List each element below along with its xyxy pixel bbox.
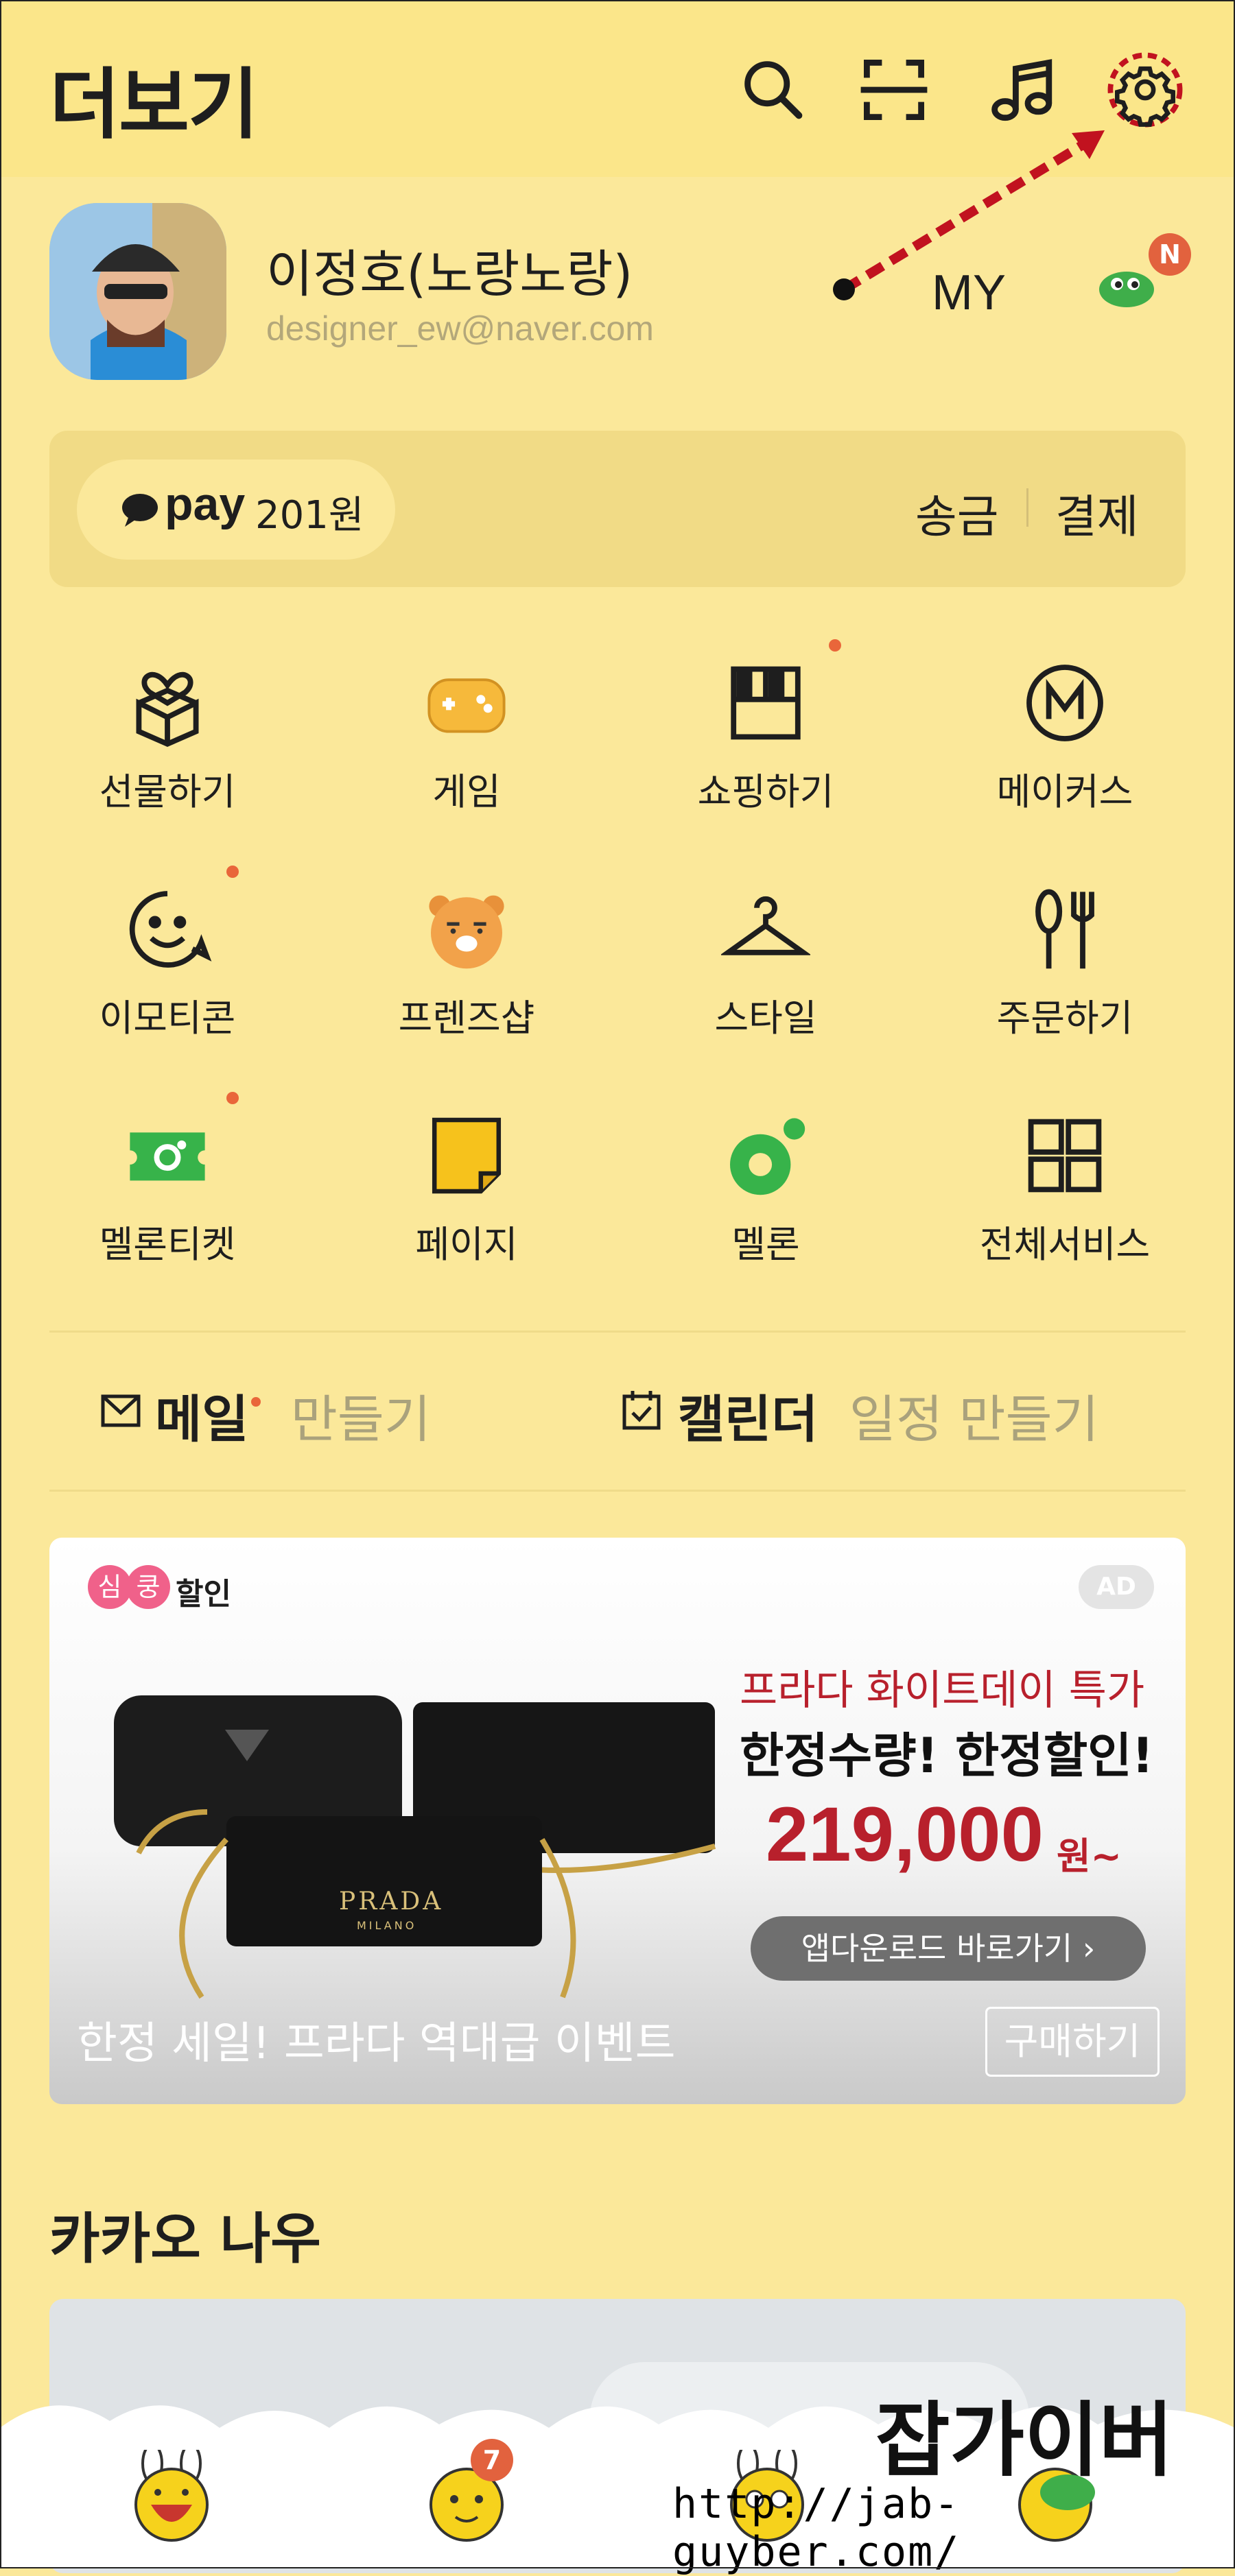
service-label: 스타일 — [714, 997, 817, 1040]
ad-price-unit: 원~ — [1057, 1835, 1122, 1878]
new-dot — [829, 639, 841, 652]
prada-bags-image — [114, 1695, 716, 1999]
shop-icon — [731, 666, 801, 740]
pay-amount: 201원 — [255, 493, 364, 538]
notification-badge: 7 — [471, 2439, 513, 2481]
service-melon-ticket[interactable]: 멜론티켓 — [44, 1111, 291, 1268]
new-badge: N — [1149, 233, 1191, 276]
service-makers[interactable]: 메이커스 — [941, 658, 1188, 815]
send-money-button[interactable]: 송금 — [915, 480, 998, 546]
service-shopping[interactable]: 쇼핑하기 — [642, 658, 889, 815]
muzi-character-icon[interactable] — [125, 2443, 218, 2543]
pay-logo: pay — [165, 478, 246, 530]
makers-icon — [1026, 665, 1103, 741]
mail-label: 메일 — [155, 1390, 249, 1449]
service-label: 페이지 — [415, 1223, 518, 1266]
grid-icon — [1028, 1119, 1102, 1193]
fork-knife-icon — [1035, 889, 1094, 969]
page-title: 더보기 — [49, 60, 259, 150]
new-dot — [251, 1397, 261, 1407]
gift-icon — [136, 671, 199, 748]
service-emoticon[interactable]: 이모티콘 — [44, 885, 291, 1042]
mail-sub: 만들기 — [290, 1390, 431, 1449]
new-dot — [226, 1092, 239, 1104]
ad-caption: 한정 세일! 프라다 역대급 이벤트 — [77, 2018, 676, 2069]
page-icon — [432, 1117, 502, 1194]
section-title: 카카오 나우 — [49, 2207, 321, 2271]
hanger-icon — [721, 896, 810, 955]
avatar[interactable] — [49, 203, 226, 380]
calendar-label: 캘린더 — [678, 1390, 819, 1449]
frog-icon[interactable] — [1098, 261, 1155, 309]
gear-icon[interactable] — [1107, 52, 1183, 128]
brand-text: 할인 — [176, 1577, 231, 1612]
mail-shortcut[interactable]: 메일 만들기 — [100, 1379, 431, 1452]
service-label: 주문하기 — [996, 997, 1133, 1040]
app-download-button[interactable]: 앱다운로드 바로가기 › — [751, 1916, 1146, 1981]
bag-logo-sub: MILANO — [357, 1919, 417, 1932]
melon-icon — [730, 1118, 805, 1195]
divider — [49, 1490, 1186, 1492]
search-icon[interactable] — [736, 52, 811, 128]
ticket-icon — [130, 1132, 205, 1181]
bag-logo: PRADA — [339, 1887, 444, 1916]
service-label: 메이커스 — [996, 770, 1133, 813]
watermark-text: 잡가이버 — [875, 2393, 1174, 2488]
calendar-sub: 일정 만들기 — [849, 1390, 1099, 1449]
brand-badge-2: 쿵 — [126, 1565, 170, 1609]
service-order[interactable]: 주문하기 — [941, 885, 1188, 1042]
service-page[interactable]: 페이지 — [343, 1111, 590, 1268]
ad-badge: AD — [1079, 1565, 1154, 1609]
profile-name: 이정호(노랑노랑) — [266, 245, 633, 304]
service-gift[interactable]: 선물하기 — [44, 658, 291, 815]
service-label: 선물하기 — [99, 770, 236, 813]
gamepad-icon — [427, 678, 506, 733]
calendar-shortcut[interactable]: 캘린더 일정 만들기 — [622, 1379, 1099, 1452]
my-button[interactable]: MY — [932, 265, 1006, 321]
service-friends-shop[interactable]: 프렌즈샵 — [343, 885, 590, 1042]
service-label: 멜론티켓 — [99, 1223, 236, 1266]
service-label: 프렌즈샵 — [398, 997, 535, 1040]
service-label: 이모티콘 — [99, 997, 236, 1040]
screenshot-frame — [0, 0, 1235, 2568]
ad-headline-2: 한정수량! 한정할인! — [740, 1728, 1154, 1784]
profile-email: designer_ew@naver.com — [266, 309, 654, 348]
ad-price: 219,000 — [766, 1791, 1044, 1877]
speech-bubble-icon — [122, 494, 158, 527]
service-style[interactable]: 스타일 — [642, 885, 889, 1042]
service-label: 게임 — [432, 770, 501, 813]
service-game[interactable]: 게임 — [343, 658, 590, 815]
service-label: 멜론 — [731, 1223, 800, 1266]
buy-button[interactable]: 구매하기 — [985, 2007, 1160, 2077]
service-melon[interactable]: 멜론 — [642, 1111, 889, 1268]
divider — [49, 1331, 1186, 1333]
new-dot — [226, 866, 239, 878]
service-label: 쇼핑하기 — [697, 770, 834, 813]
ad-headline-1: 프라다 화이트데이 특가 — [740, 1667, 1145, 1715]
mail-icon — [101, 1394, 141, 1427]
calendar-icon — [622, 1391, 661, 1430]
brand-badge-1: 심 — [88, 1565, 132, 1609]
smiley-icon — [129, 891, 212, 968]
payment-button[interactable]: 결제 — [1055, 480, 1138, 546]
ryan-icon — [429, 895, 504, 969]
ad-banner[interactable]: 심 쿵 할인 AD PRADA MILANO 프라다 화이트데이 특가 한정수량… — [49, 1538, 1186, 2104]
service-all[interactable]: 전체서비스 — [941, 1111, 1188, 1268]
watermark-url: http://jab-guyber.com/ — [672, 2480, 961, 2576]
pay-divider — [1026, 488, 1028, 527]
service-label: 전체서비스 — [979, 1223, 1151, 1266]
